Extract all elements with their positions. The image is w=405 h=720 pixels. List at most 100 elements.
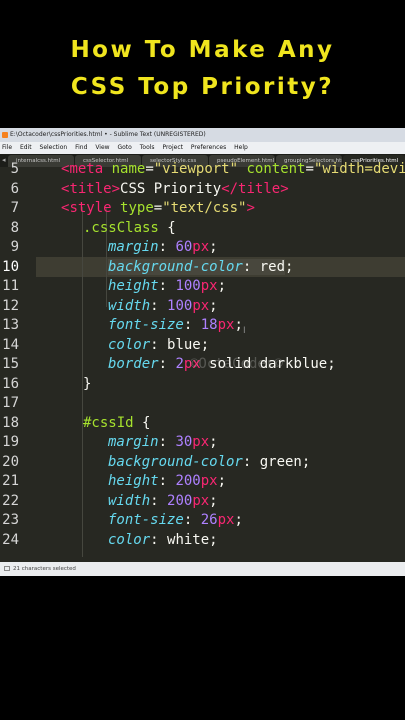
menu-file[interactable]: File [2, 144, 12, 151]
code-token: 100 [175, 278, 201, 294]
code-line-meta: <meta name="viewport" content="width=dev… [61, 161, 405, 177]
code-token: = [305, 161, 314, 177]
line-number: 22 [2, 493, 19, 509]
code-token: = [153, 200, 163, 216]
code-token: title [238, 181, 281, 197]
code-token: > [111, 181, 121, 197]
sublime-app-icon [2, 131, 8, 138]
code-token: background-color [108, 454, 243, 470]
code-token: "width=device-width, ini [313, 161, 405, 177]
menu-selection[interactable]: Selection [40, 144, 68, 151]
window-title: E:\Octacoder\cssPriorities.html • - Subl… [10, 131, 206, 138]
code-line-close-brace: } [83, 376, 91, 392]
panel-toggle-icon[interactable] [4, 566, 10, 571]
line-number: 5 [10, 161, 19, 177]
line-number: 9 [10, 239, 19, 255]
menu-view[interactable]: View [95, 144, 109, 151]
code-token: content [246, 161, 306, 177]
code-token: px [192, 298, 210, 314]
code-token: .cssClass [83, 220, 159, 236]
code-line-declaration: color: blue; [108, 337, 210, 353]
code-token: 18 [200, 317, 218, 333]
code-token: red [259, 259, 286, 275]
code-token: meta [69, 161, 104, 177]
menu-edit[interactable]: Edit [20, 144, 32, 151]
menu-find[interactable]: Find [75, 144, 87, 151]
line-number: 15 [2, 356, 19, 372]
code-token: px [192, 493, 210, 509]
line-number: 18 [2, 415, 19, 431]
code-token: blue [167, 337, 201, 353]
code-token: background-color [108, 259, 243, 275]
code-token: width [108, 298, 151, 314]
code-line-selector: .cssClass { [83, 220, 176, 236]
menu-tools[interactable]: Tools [140, 144, 155, 151]
menu-project[interactable]: Project [162, 144, 183, 151]
line-number: 7 [10, 200, 19, 216]
status-bar: 21 characters selected [0, 562, 405, 576]
code-line-declaration: margin: 30px; [108, 434, 218, 450]
code-token: font-size [108, 317, 184, 333]
code-token: white [167, 532, 210, 548]
line-number: 20 [2, 454, 19, 470]
line-number: 19 [2, 434, 19, 450]
code-line-declaration: background-color: green; [108, 454, 311, 470]
menu-goto[interactable]: Goto [117, 144, 131, 151]
code-token: margin [108, 434, 159, 450]
window-titlebar: E:\Octacoder\cssPriorities.html • - Subl… [0, 128, 405, 142]
line-number: 21 [2, 473, 19, 489]
code-line-declaration: width: 200px; [108, 493, 218, 509]
code-token: 200 [175, 473, 201, 489]
code-line-declaration: font-size: 18px; [108, 317, 243, 333]
menu-bar: File Edit Selection Find View Goto Tools… [0, 142, 405, 154]
line-number: 24 [2, 532, 19, 548]
status-text: 21 characters selected [13, 566, 76, 572]
code-token: px [200, 278, 218, 294]
code-line-declaration: height: 200px; [108, 473, 227, 489]
code-line-style: <style type="text/css"> [61, 200, 255, 216]
line-number: 23 [2, 512, 19, 528]
code-token: px [192, 239, 210, 255]
code-token: color [108, 337, 151, 353]
line-number-gutter: 5 6 7 8 9 10 11 12 13 14 15 16 17 18 19 … [0, 161, 36, 562]
code-token: </ [221, 181, 239, 197]
code-token: font-size [108, 512, 184, 528]
code-token: type [120, 200, 154, 216]
code-token: > [246, 200, 255, 216]
sublime-text-window: E:\Octacoder\cssPriorities.html • - Subl… [0, 128, 405, 576]
channel-watermark: ©OctaCoder© [190, 356, 283, 372]
code-token: margin [108, 239, 159, 255]
code-token: px [217, 317, 235, 333]
code-line-title: <title>CSS Priority</title> [61, 181, 289, 197]
code-token: 2 [175, 356, 184, 372]
code-token: style [69, 200, 112, 216]
text-cursor-icon: I [243, 326, 246, 336]
menu-help[interactable]: Help [234, 144, 248, 151]
code-token: } [83, 376, 92, 392]
code-token: px [192, 434, 210, 450]
code-token: px [200, 473, 218, 489]
video-title-line-2: CSS Top Priority? [70, 74, 335, 100]
line-number: 8 [10, 220, 19, 236]
code-token: > [280, 181, 289, 197]
code-token: = [145, 161, 154, 177]
code-token: width [108, 493, 151, 509]
code-line-declaration: width: 100px; [108, 298, 218, 314]
code-token: color [108, 532, 151, 548]
code-token: CSS Priority [120, 181, 222, 197]
code-line-declaration: height: 100px; [108, 278, 227, 294]
code-token: title [69, 181, 112, 197]
code-token: { [133, 415, 151, 431]
code-token: 200 [167, 493, 193, 509]
line-number: 14 [2, 337, 19, 353]
line-number: 6 [10, 181, 19, 197]
code-line-declaration: font-size: 26px; [108, 512, 243, 528]
code-token: green [259, 454, 302, 470]
menu-preferences[interactable]: Preferences [191, 144, 226, 151]
code-token: height [108, 473, 159, 489]
line-number: 13 [2, 317, 19, 333]
code-line-declaration: margin: 60px; [108, 239, 218, 255]
code-line-selector: #cssId { [83, 415, 150, 431]
code-token: "viewport" [153, 161, 239, 177]
code-token: #cssId [83, 415, 134, 431]
